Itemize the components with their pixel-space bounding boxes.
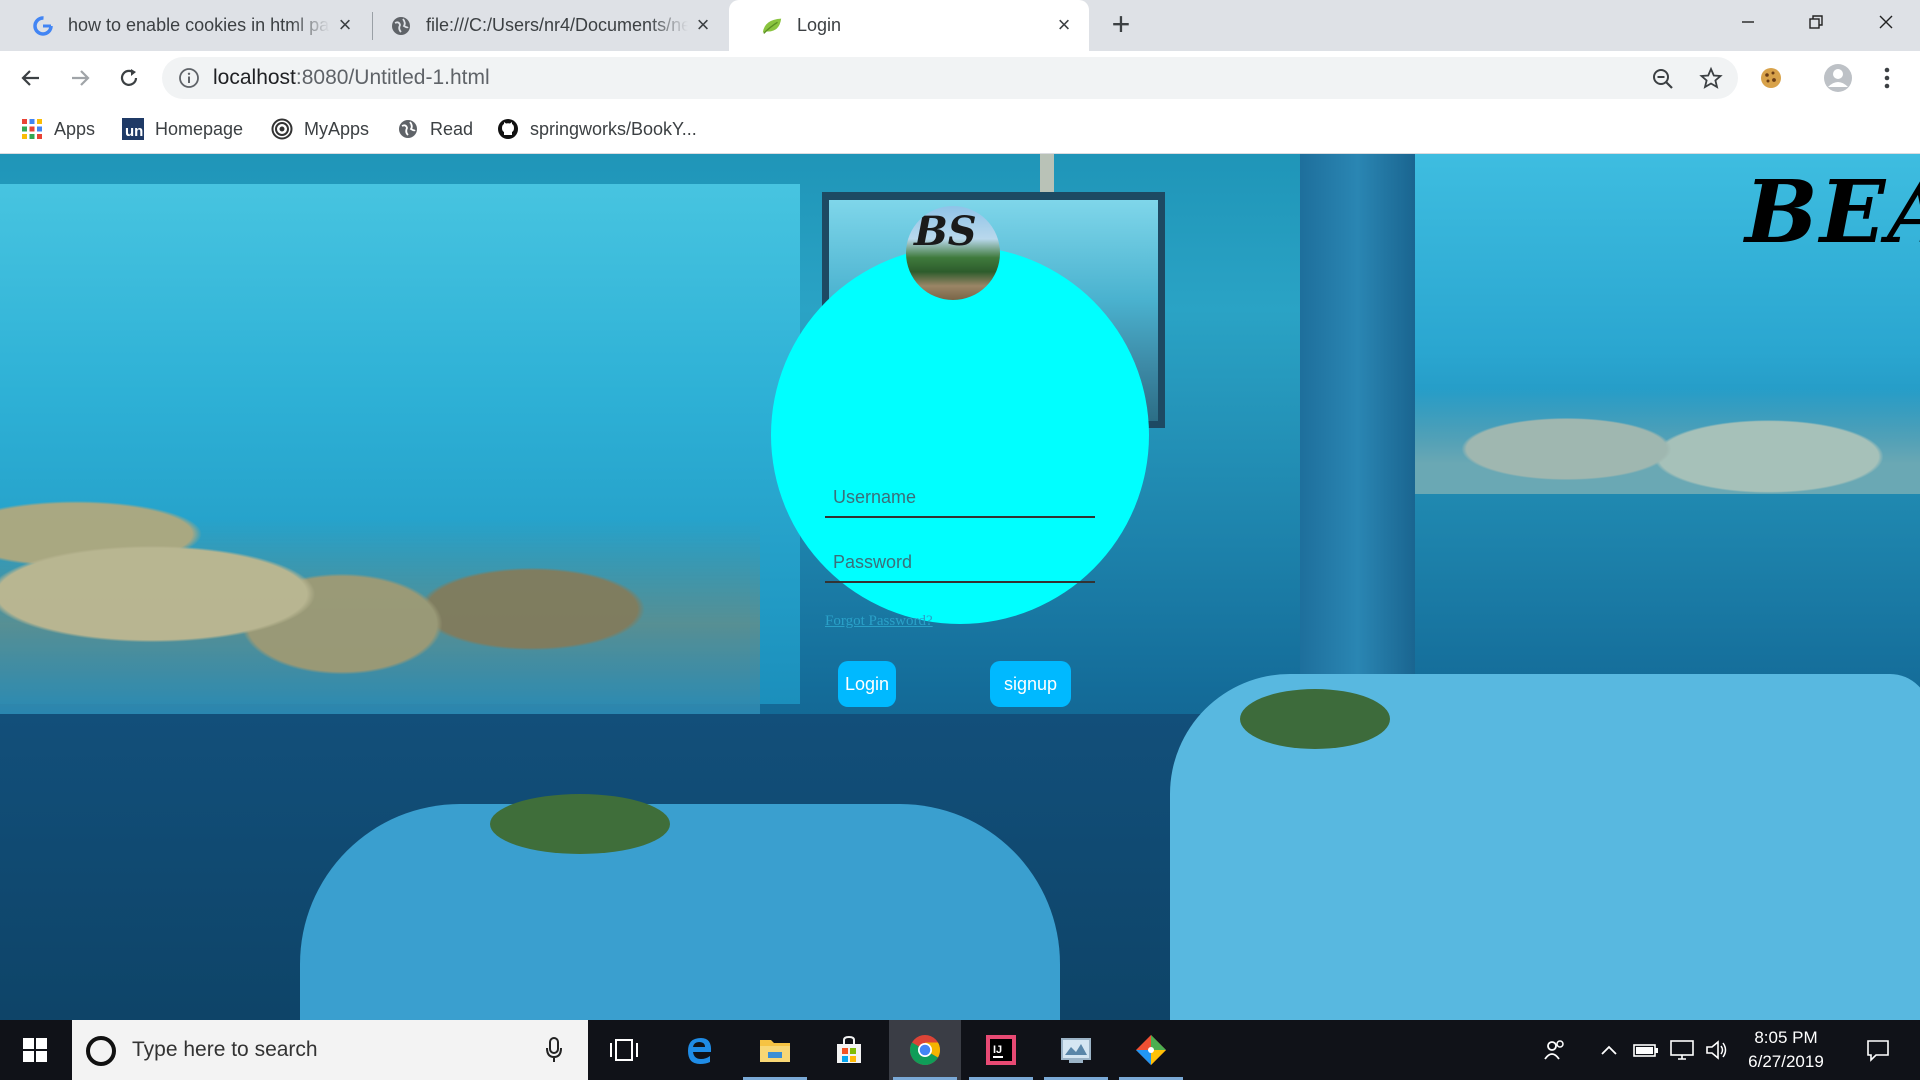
myapps-icon <box>270 117 294 141</box>
url-text: localhost:8080/Untitled-1.html <box>213 66 490 90</box>
apps-grid-icon <box>20 117 44 141</box>
background-towel <box>490 794 670 854</box>
background-coral-reef <box>0 414 760 714</box>
bookmark-label: Homepage <box>155 118 244 139</box>
git-icon[interactable] <box>1115 1020 1187 1080</box>
address-bar[interactable]: localhost:8080/Untitled-1.html <box>162 57 1738 99</box>
site-info-icon[interactable] <box>178 67 200 89</box>
background-towel <box>1240 689 1390 749</box>
close-window-button[interactable] <box>1852 0 1920 44</box>
back-button[interactable] <box>14 61 48 95</box>
un-logo-icon: un <box>121 117 145 141</box>
cookie-extension-icon[interactable] <box>1756 63 1786 93</box>
bookmark-star-icon[interactable] <box>1698 66 1724 92</box>
store-icon[interactable] <box>813 1020 885 1080</box>
background-coral-reef <box>1415 344 1920 494</box>
tab-title: how to enable cookies in html page <box>68 15 330 35</box>
globe-icon <box>396 117 420 141</box>
tab-local-file[interactable]: file:///C:/Users/nr4/Documents/new × <box>358 0 728 51</box>
start-button[interactable] <box>0 1020 70 1080</box>
file-explorer-icon[interactable] <box>739 1020 811 1080</box>
bookmarks-bar: Apps un Homepage MyApps Read springworks… <box>0 104 1920 154</box>
avatar-logo: BS <box>914 208 977 255</box>
leaf-icon <box>761 15 783 37</box>
forward-button[interactable] <box>63 61 97 95</box>
bookmark-apps[interactable]: Apps <box>20 116 95 142</box>
github-icon <box>496 117 520 141</box>
restore-button[interactable] <box>1782 0 1850 44</box>
url-host: localhost <box>213 66 296 89</box>
task-view-icon[interactable] <box>588 1020 660 1080</box>
bookmark-label: Read <box>430 118 474 139</box>
background-tv-pole <box>1040 154 1054 192</box>
close-tab-icon[interactable]: × <box>1053 14 1075 36</box>
battery-icon[interactable] <box>1632 1020 1660 1080</box>
windows-taskbar: Type here to search IJ 8:05 PM 6/27/2019 <box>0 1020 1920 1080</box>
svg-text:IJ: IJ <box>993 1044 1002 1056</box>
login-button[interactable]: Login <box>838 661 896 707</box>
tab-google-search[interactable]: how to enable cookies in html page × <box>0 0 370 51</box>
search-placeholder: Type here to search <box>132 1038 318 1061</box>
intellij-icon[interactable]: IJ <box>965 1020 1037 1080</box>
bookmark-myapps[interactable]: MyApps <box>270 116 369 142</box>
tab-title: Login <box>797 15 842 35</box>
globe-icon <box>390 15 412 37</box>
tab-title: file:///C:/Users/nr4/Documents/new <box>426 15 688 35</box>
svg-text:un: un <box>125 123 143 140</box>
microphone-icon[interactable] <box>544 1036 564 1064</box>
app-icon[interactable] <box>1040 1020 1112 1080</box>
close-tab-icon[interactable]: × <box>334 14 356 36</box>
background-massage-bed <box>300 804 1060 1020</box>
cortana-icon <box>86 1036 116 1066</box>
taskbar-clock[interactable]: 8:05 PM 6/27/2019 <box>1726 1026 1846 1074</box>
password-input[interactable] <box>825 543 1095 583</box>
url-path: :8080/Untitled-1.html <box>295 66 490 89</box>
browser-toolbar: localhost:8080/Untitled-1.html <box>0 51 1920 104</box>
people-icon[interactable] <box>1540 1020 1570 1080</box>
profile-avatar-icon[interactable] <box>1823 63 1853 93</box>
clock-date: 6/27/2019 <box>1748 1052 1824 1071</box>
background-pillar <box>1300 154 1415 714</box>
bookmark-homepage[interactable]: un Homepage <box>121 116 243 142</box>
network-icon[interactable] <box>1668 1020 1696 1080</box>
new-tab-button[interactable]: + <box>1106 8 1136 40</box>
forgot-password-link[interactable]: Forgot Password? <box>825 613 933 630</box>
tab-strip: how to enable cookies in html page × fil… <box>0 0 1920 51</box>
bookmark-label: Apps <box>54 118 96 139</box>
bookmark-read[interactable]: Read <box>396 116 473 142</box>
avatar: BS <box>906 206 1000 300</box>
bookmark-springworks[interactable]: springworks/BookY... <box>496 116 697 142</box>
tab-login[interactable]: Login × <box>729 0 1089 51</box>
minimize-button[interactable] <box>1714 0 1782 44</box>
signup-button[interactable]: signup <box>990 661 1071 707</box>
google-g-icon <box>32 15 54 37</box>
bookmark-label: MyApps <box>304 118 370 139</box>
chrome-icon[interactable] <box>889 1020 961 1080</box>
notifications-icon[interactable] <box>1856 1020 1900 1080</box>
close-tab-icon[interactable]: × <box>692 14 714 36</box>
clock-time: 8:05 PM <box>1754 1028 1818 1047</box>
menu-kebab-icon[interactable] <box>1872 63 1902 93</box>
reload-button[interactable] <box>112 61 146 95</box>
windows-logo-icon <box>23 1038 47 1062</box>
edge-icon[interactable] <box>664 1020 736 1080</box>
username-input[interactable] <box>825 478 1095 518</box>
taskbar-search-box[interactable]: Type here to search <box>72 1020 588 1080</box>
bookmark-label: springworks/BookY... <box>530 118 697 139</box>
page-title: BEACH <box>1745 162 1920 263</box>
chevron-up-icon[interactable] <box>1596 1020 1622 1080</box>
zoom-icon[interactable] <box>1650 66 1676 92</box>
